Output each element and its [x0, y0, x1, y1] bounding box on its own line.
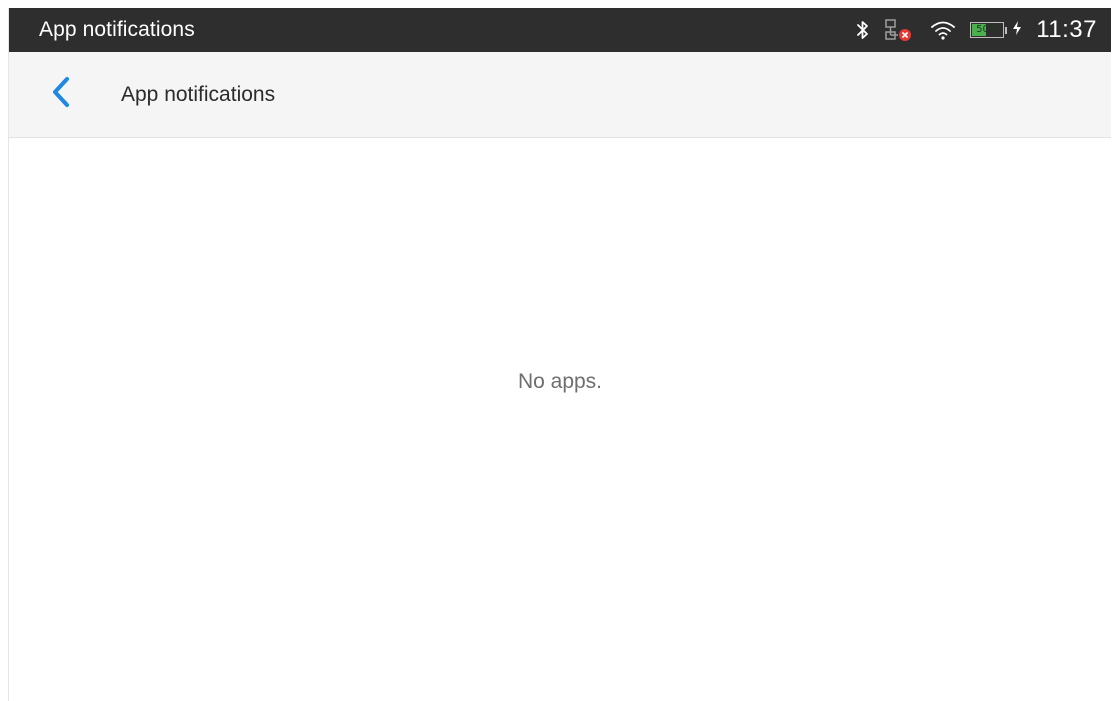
- status-bar-indicators: 50% 11:37: [856, 8, 1097, 52]
- bluetooth-icon: [856, 19, 870, 41]
- app-list-container: No apps.: [9, 138, 1111, 701]
- back-button[interactable]: [31, 65, 91, 125]
- page-title: App notifications: [121, 82, 276, 106]
- network-disconnected-icon: [884, 18, 914, 42]
- app-screen: App notifications 50% 11:37 App notifica…: [8, 8, 1111, 701]
- empty-state-message: No apps.: [517, 370, 603, 393]
- toolbar: App notifications: [9, 52, 1111, 138]
- status-bar-clock: 11:37: [1036, 16, 1097, 43]
- charging-bolt-icon: [1012, 20, 1022, 41]
- chevron-left-icon: [50, 75, 72, 114]
- battery-icon: 50%: [970, 20, 1022, 41]
- battery-percent-label: 50%: [976, 24, 999, 35]
- status-bar-title: App notifications: [39, 18, 195, 41]
- status-bar: App notifications 50% 11:37: [9, 8, 1111, 52]
- wifi-icon: [930, 19, 956, 41]
